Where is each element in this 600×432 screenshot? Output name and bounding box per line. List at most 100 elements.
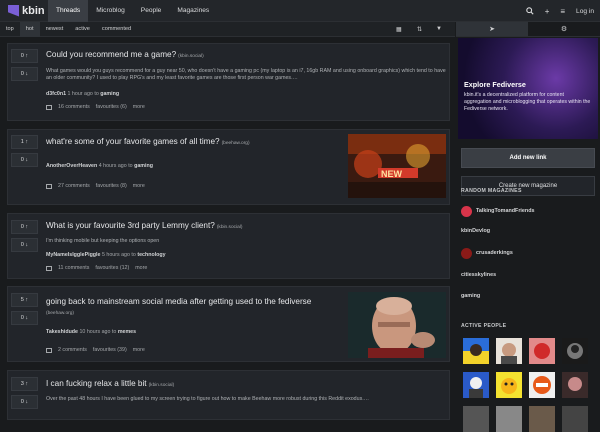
avatar[interactable] [562, 406, 588, 432]
avatar[interactable] [496, 372, 522, 398]
thread-magazine[interactable]: gaming [100, 91, 119, 97]
thread-domain[interactable]: (beehaw.org) [222, 141, 250, 146]
magazine-avatar [461, 205, 472, 217]
thread-meta: Takeshidude 10 hours ago to memes [46, 329, 136, 335]
thread-domain[interactable]: (kbin.social) [217, 225, 243, 230]
downvote-button[interactable]: 0 ↓ [11, 311, 38, 325]
thread-title-text[interactable]: what're some of your favorite games of a… [46, 137, 220, 146]
meta-to: to [131, 252, 136, 258]
thread-magazine[interactable]: gaming [134, 163, 153, 169]
kbin-logo-icon [8, 4, 19, 17]
magazine-name[interactable]: TalkingTomandFriends [476, 208, 535, 214]
kbin-logo[interactable]: kbin [8, 4, 48, 17]
downvote-button[interactable]: 0 ↓ [11, 238, 38, 252]
magazine-item[interactable]: citiesskylines [461, 268, 595, 282]
nav-threads[interactable]: Threads [48, 0, 89, 22]
thread-title-text[interactable]: I can fucking relax a little bit [46, 379, 147, 388]
sort-top[interactable]: top [0, 22, 20, 37]
more-link[interactable]: more [135, 265, 147, 271]
avatar[interactable] [529, 372, 555, 398]
add-icon[interactable]: + [545, 7, 550, 16]
magazine-name[interactable]: kbinDevlog [461, 228, 490, 234]
thread-author[interactable]: Takeshidude [46, 329, 78, 335]
downvote-button[interactable]: 0 ↓ [11, 395, 38, 409]
favourites-link[interactable]: favourites (39) [93, 347, 127, 353]
avatar[interactable] [496, 406, 522, 432]
upvote-button[interactable]: 0 ↑ [11, 220, 38, 234]
thread-thumbnail[interactable]: NEW [348, 134, 446, 198]
hero-description: kbin.it's a decentralized platform for c… [464, 92, 591, 112]
thread-title[interactable]: What is your favourite 3rd party Lemmy c… [46, 221, 242, 230]
avatar[interactable] [463, 406, 489, 432]
thread-title[interactable]: going back to mainstream social media af… [46, 297, 346, 319]
thread-body: I'm thinking mobile but keeping the opti… [46, 238, 160, 244]
magazine-item[interactable]: kbinDevlog [461, 224, 595, 238]
thread-domain[interactable]: (beehaw.org) [46, 311, 74, 316]
nav-magazines[interactable]: Magazines [169, 0, 217, 22]
gear-icon[interactable]: ⚙ [528, 22, 600, 36]
favourites-link[interactable]: favourites (12) [95, 265, 129, 271]
avatar[interactable] [529, 406, 555, 432]
sort-commented[interactable]: commented [96, 22, 137, 37]
comments-link[interactable]: 27 comments [58, 183, 90, 189]
thread-magazine[interactable]: memes [118, 329, 136, 335]
thread-magazine[interactable]: technology [137, 252, 165, 258]
thread-title[interactable]: what're some of your favorite games of a… [46, 137, 250, 146]
avatar[interactable] [562, 372, 588, 398]
thread-title-text[interactable]: What is your favourite 3rd party Lemmy c… [46, 221, 215, 230]
thread-title[interactable]: Could you recommend me a game? (kbin.soci… [46, 50, 204, 59]
nav-microblog[interactable]: Microblog [88, 0, 133, 22]
thread-author[interactable]: AnotherOverHeaven [46, 163, 97, 169]
layout-icon[interactable]: ▦ [396, 26, 402, 33]
avatar[interactable] [463, 372, 489, 398]
active-people-heading: ACTIVE PEOPLE [461, 323, 507, 329]
comments-link[interactable]: 11 comments [58, 265, 89, 271]
magazine-item[interactable]: gaming [461, 289, 595, 303]
search-icon[interactable] [525, 7, 534, 15]
magazine-name[interactable]: gaming [461, 293, 480, 299]
thread-title-text[interactable]: going back to mainstream social media af… [46, 297, 311, 306]
more-link[interactable]: more [133, 104, 145, 110]
magazine-item[interactable]: crusaderkings [461, 246, 595, 260]
magazine-name[interactable]: citiesskylines [461, 272, 496, 278]
magazine-item[interactable]: TalkingTomandFriends [461, 204, 595, 218]
upvote-button[interactable]: 0 ↑ [11, 49, 38, 63]
comments-link[interactable]: 16 comments [58, 104, 90, 110]
send-icon[interactable]: ➤ [456, 22, 528, 36]
filter-icon[interactable]: ▼ [436, 26, 442, 32]
favourites-link[interactable]: favourites (6) [96, 104, 127, 110]
upvote-button[interactable]: 1 ↑ [11, 135, 38, 149]
sort-newest[interactable]: newest [40, 22, 70, 37]
upvote-button[interactable]: 5 ↑ [11, 293, 38, 307]
avatar[interactable] [529, 338, 555, 364]
more-link[interactable]: more [133, 183, 145, 189]
menu-icon[interactable]: ≡ [560, 7, 565, 16]
sort-hot[interactable]: hot [19, 21, 40, 37]
comment-icon [46, 265, 52, 271]
top-bar: kbin Threads Microblog People Magazines … [0, 0, 600, 22]
downvote-button[interactable]: 0 ↓ [11, 153, 38, 167]
avatar[interactable] [562, 338, 588, 364]
sort-active[interactable]: active [69, 22, 96, 37]
thread-author[interactable]: MyNameIsIgglePiggle [46, 252, 100, 258]
downvote-button[interactable]: 0 ↓ [11, 67, 38, 81]
thread-title-text[interactable]: Could you recommend me a game? [46, 50, 176, 59]
avatar[interactable] [496, 338, 522, 364]
thread-thumbnail[interactable] [348, 292, 446, 358]
avatar[interactable] [463, 338, 489, 364]
magazine-name[interactable]: crusaderkings [476, 250, 513, 256]
more-link[interactable]: more [133, 347, 145, 353]
login-link[interactable]: Log in [576, 8, 594, 15]
thread-title[interactable]: I can fucking relax a little bit (kbin.so… [46, 379, 174, 388]
thread-card: 5 ↑ 0 ↓ going back to mainstream social … [7, 286, 450, 362]
upvote-button[interactable]: 3 ↑ [11, 377, 38, 391]
nav-people[interactable]: People [133, 0, 170, 22]
favourites-link[interactable]: favourites (8) [96, 183, 127, 189]
thread-domain[interactable]: (kbin.social) [178, 54, 204, 59]
hero-title: Explore Fediverse [464, 80, 526, 89]
add-new-link-button[interactable]: Add new link [461, 148, 595, 168]
comments-link[interactable]: 2 comments [58, 347, 87, 353]
fediverse-filter-icon[interactable]: ⇅ [417, 26, 422, 33]
thread-author[interactable]: d3fc0n1 [46, 91, 66, 97]
thread-domain[interactable]: (kbin.social) [149, 383, 175, 388]
